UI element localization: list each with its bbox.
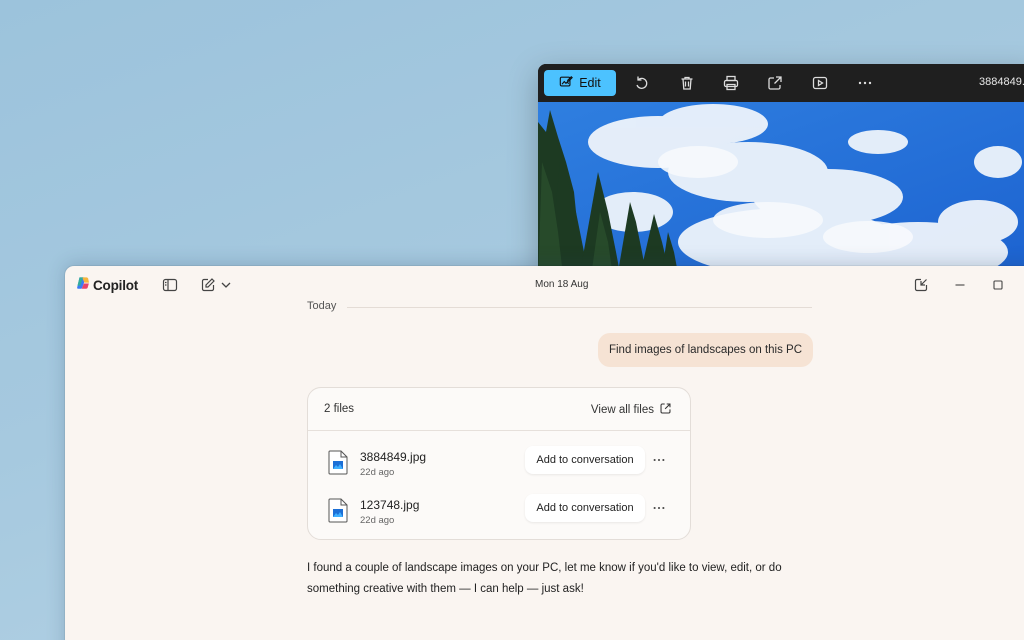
edit-image-icon	[559, 75, 574, 92]
date-label: Mon 18 Aug	[535, 279, 589, 290]
user-message-text: Find images of landscapes on this PC	[608, 344, 803, 356]
file-age: 22d ago	[360, 467, 395, 478]
view-all-files-link[interactable]: View all files	[591, 402, 672, 418]
more-icon[interactable]	[856, 74, 874, 92]
file-name: 3884849.jpg	[360, 450, 427, 464]
slideshow-icon[interactable]	[811, 74, 829, 92]
files-card-header: 2 files View all files	[308, 388, 690, 431]
file-row[interactable]: 123748.jpg 22d ago Add to conversation	[308, 494, 690, 534]
image-file-icon	[328, 450, 348, 475]
copilot-logo: Copilot	[76, 276, 138, 295]
chevron-down-icon[interactable]	[217, 276, 235, 294]
maximize-icon[interactable]	[989, 276, 1007, 294]
file-age: 22d ago	[360, 515, 395, 526]
image-file-icon	[328, 498, 348, 523]
edit-label: Edit	[579, 76, 601, 90]
section-label: Today	[307, 300, 337, 312]
files-count: 2 files	[324, 403, 355, 415]
photos-filename: 3884849.jpg	[979, 76, 1024, 88]
copilot-logo-icon	[76, 276, 90, 295]
more-options-icon[interactable]	[651, 452, 667, 468]
user-message: Find images of landscapes on this PC	[598, 333, 813, 367]
files-card: 2 files View all files 3884849.jpg 22d a…	[307, 387, 691, 540]
title-bar: Copilot Mon 18 Aug	[65, 266, 1024, 304]
add-to-conversation-button[interactable]: Add to conversation	[525, 446, 645, 474]
file-name: 123748.jpg	[360, 498, 420, 512]
add-to-conversation-button[interactable]: Add to conversation	[525, 494, 645, 522]
print-icon[interactable]	[722, 74, 740, 92]
photos-window: Edit 3884849.jpg	[538, 64, 1024, 284]
app-name: Copilot	[93, 278, 139, 293]
date-divider: Today	[307, 300, 812, 314]
copilot-window: Copilot Mon 18 Aug Today Find images of …	[65, 266, 1024, 640]
landscape-photo	[538, 102, 1024, 284]
delete-icon[interactable]	[678, 74, 696, 92]
file-row[interactable]: 3884849.jpg 22d ago Add to conversation	[308, 446, 690, 486]
add-to-conversation-label: Add to conversation	[536, 454, 634, 466]
view-all-label: View all files	[590, 404, 654, 416]
minimize-icon[interactable]	[951, 276, 969, 294]
more-options-icon[interactable]	[651, 500, 667, 516]
add-to-conversation-label: Add to conversation	[536, 502, 634, 514]
photos-toolbar: Edit 3884849.jpg	[538, 64, 1024, 102]
sidebar-toggle-icon[interactable]	[161, 276, 179, 294]
new-chat-icon[interactable]	[199, 276, 217, 294]
divider-line	[347, 307, 812, 308]
compact-mode-icon[interactable]	[912, 276, 930, 294]
edit-button[interactable]: Edit	[544, 70, 616, 96]
assistant-reply: I found a couple of landscape images on …	[307, 562, 782, 595]
rotate-icon[interactable]	[633, 74, 651, 92]
external-link-icon	[659, 402, 672, 418]
share-icon[interactable]	[766, 74, 784, 92]
